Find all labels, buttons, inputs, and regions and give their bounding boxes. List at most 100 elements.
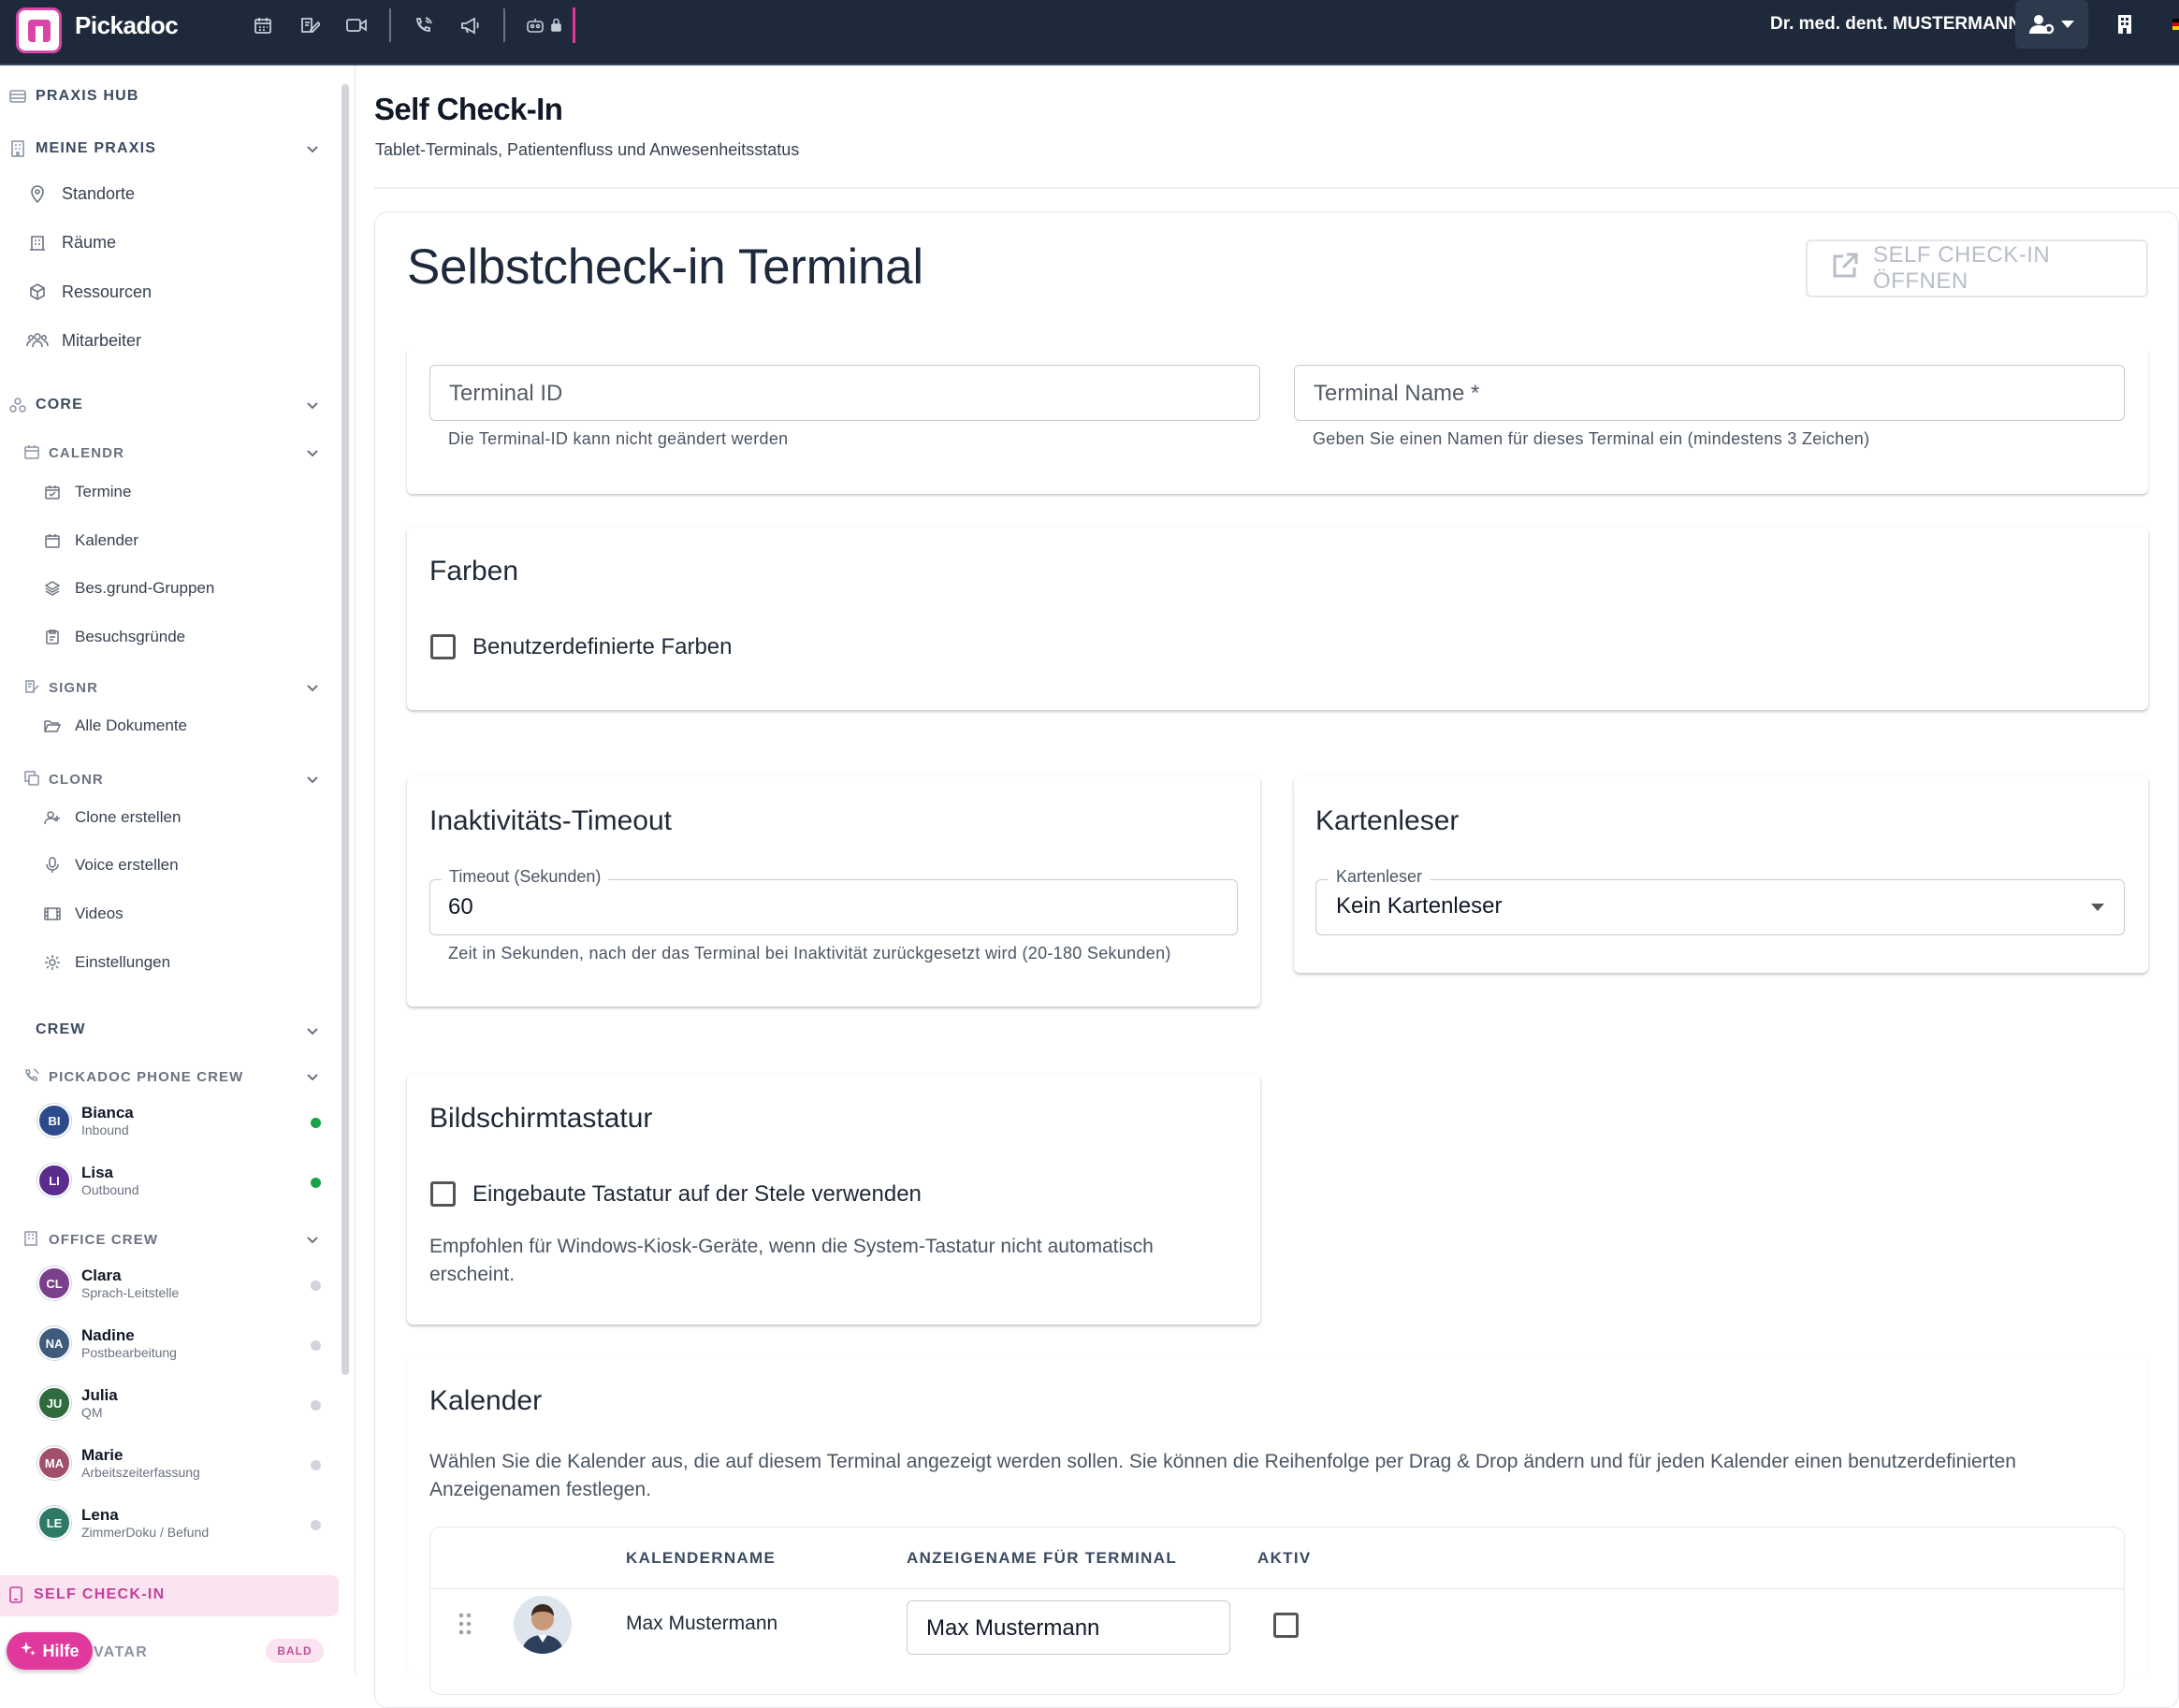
open-self-checkin-button[interactable]: SELF CHECK-IN ÖFFNEN: [1806, 239, 2148, 297]
chevron-down-icon[interactable]: [306, 446, 319, 459]
sidebar-item-self-checkin[interactable]: SELF CHECK-IN: [9, 1586, 165, 1603]
chevron-down-icon[interactable]: [306, 773, 319, 786]
sidebar-subsection-clonr[interactable]: CLONR: [24, 771, 104, 788]
sidebar-subsection-phone-crew[interactable]: PICKADOC PHONE CREW: [24, 1068, 243, 1085]
sidebar-item-voice-erstellen[interactable]: Voice erstellen: [41, 855, 179, 876]
sign-icon[interactable]: [298, 15, 322, 36]
column-header-anzeigename[interactable]: ANZEIGENAME FÜR TERMINAL: [907, 1549, 1177, 1568]
crew-member-nadine[interactable]: NA Nadine Postbearbeitung: [37, 1326, 177, 1360]
chevron-down-icon[interactable]: [306, 142, 319, 155]
sidebar-item-clone-erstellen[interactable]: Clone erstellen: [41, 807, 181, 828]
display-name-input[interactable]: Max Mustermann: [907, 1600, 1230, 1655]
language-flag-icon[interactable]: [2172, 19, 2179, 30]
user-menu-button[interactable]: [2015, 0, 2088, 49]
sidebar-item-besgrund-gruppen[interactable]: Bes.grund-Gruppen: [41, 578, 214, 599]
layers-icon: [41, 578, 64, 599]
sidebar-subsection-office-crew[interactable]: OFFICE CREW: [24, 1231, 158, 1248]
crew-member-bianca[interactable]: BI Bianca Inbound: [37, 1104, 134, 1137]
terminal-id-help: Die Terminal-ID kann nicht geändert werd…: [448, 429, 789, 448]
sidebar-item-raeume[interactable]: Räume: [26, 232, 116, 253]
sidebar-item-label: Einstellungen: [75, 953, 171, 971]
coming-soon-badge: BALD: [266, 1639, 324, 1663]
terminal-id-field[interactable]: Terminal ID: [429, 365, 1260, 421]
robot-icon[interactable]: [526, 15, 563, 36]
onscreen-keyboard-label[interactable]: Eingebaute Tastatur auf der Stele verwen…: [472, 1181, 922, 1208]
sidebar-section-label: PRAXIS HUB: [36, 88, 139, 104]
sidebar-section-meine-praxis[interactable]: MEINE PRAXIS: [0, 139, 156, 158]
brand-name: Pickadoc: [75, 11, 179, 39]
status-offline-indicator: [311, 1281, 321, 1291]
sidebar-item-avatar[interactable]: VATAR: [94, 1644, 148, 1661]
sidebar-item-besuchsgruende[interactable]: Besuchsgründe: [41, 627, 185, 647]
sidebar-item-einstellungen[interactable]: Einstellungen: [41, 952, 170, 973]
custom-colors-label[interactable]: Benutzerdefinierte Farben: [472, 634, 733, 660]
building-icon[interactable]: [2116, 13, 2133, 38]
crew-name: Marie: [81, 1446, 123, 1464]
crew-name: Bianca: [81, 1104, 134, 1122]
crew-member-clara[interactable]: CL Clara Sprach-Leitstelle: [37, 1267, 179, 1300]
sidebar-item-mitarbeiter[interactable]: Mitarbeiter: [26, 330, 141, 351]
help-button[interactable]: Hilfe: [7, 1632, 93, 1670]
chevron-down-icon[interactable]: [306, 1070, 319, 1083]
terminal-name-field[interactable]: Terminal Name *: [1294, 365, 2125, 421]
phone-icon[interactable]: [412, 15, 436, 36]
crew-member-lena[interactable]: LE Lena ZimmerDoku / Befund: [37, 1506, 209, 1540]
onscreen-keyboard-checkbox[interactable]: [430, 1181, 456, 1207]
sidebar-item-alle-dokumente[interactable]: Alle Dokumente: [41, 716, 187, 736]
display-name-value: Max Mustermann: [926, 1615, 1100, 1641]
sidebar-item-videos[interactable]: Videos: [41, 904, 123, 924]
sidebar-item-label: SELF CHECK-IN: [34, 1586, 166, 1602]
timeout-value[interactable]: 60: [448, 894, 473, 920]
top-bar: Pickadoc Dr. med. dent. MUSTERMANN: [0, 0, 2179, 65]
user-name[interactable]: Dr. med. dent. MUSTERMANN: [1770, 14, 2021, 35]
chevron-down-icon[interactable]: [306, 681, 319, 694]
sidebar-scrollbar[interactable]: [341, 84, 349, 1375]
app-logo[interactable]: [16, 7, 62, 53]
sidebar-section-core[interactable]: CORE: [0, 396, 83, 414]
sidebar-item-kalender[interactable]: Kalender: [41, 530, 138, 551]
custom-colors-checkbox[interactable]: [430, 634, 456, 659]
kartenleser-value[interactable]: Kein Kartenleser: [1336, 893, 1502, 919]
room-icon: [26, 232, 49, 253]
sidebar-item-label: Videos: [75, 905, 123, 922]
terminal-name-placeholder: Terminal Name *: [1314, 381, 1480, 406]
video-icon[interactable]: [344, 15, 369, 36]
kartenleser-label: Kartenleser: [1329, 867, 1431, 887]
active-module-indicator: [573, 7, 575, 43]
status-offline-indicator: [311, 1460, 321, 1470]
sidebar-item-termine[interactable]: Termine: [41, 482, 131, 502]
farben-panel: [407, 527, 2148, 710]
column-header-aktiv[interactable]: AKTIV: [1257, 1549, 1312, 1568]
sidebar-section-praxis-hub[interactable]: PRAXIS HUB: [0, 87, 139, 106]
sidebar-subsection-signr[interactable]: SIGNR: [24, 679, 98, 696]
microphone-icon: [41, 855, 64, 876]
timeout-input[interactable]: [429, 879, 1238, 935]
timeout-help: Zeit in Sekunden, nach der das Terminal …: [448, 944, 1171, 963]
toolbar-divider: [503, 8, 505, 42]
help-label: Hilfe: [42, 1641, 80, 1660]
kartenleser-title: Kartenleser: [1315, 805, 1460, 836]
crew-member-julia[interactable]: JU Julia QM: [37, 1386, 118, 1420]
calendar-icon: [24, 444, 41, 461]
calendar-active-checkbox[interactable]: [1273, 1613, 1299, 1638]
chevron-down-icon[interactable]: [306, 398, 319, 412]
crew-member-marie[interactable]: MA Marie Arbeitszeiterfassung: [37, 1446, 200, 1480]
copy-icon: [24, 771, 41, 788]
crew-role: QM: [81, 1405, 103, 1420]
status-online-indicator: [311, 1178, 321, 1188]
crew-member-lisa[interactable]: LI Lisa Outbound: [37, 1164, 139, 1197]
tablet-icon: [9, 1586, 26, 1603]
column-header-kalendername[interactable]: KALENDERNAME: [626, 1549, 776, 1568]
sidebar-item-standorte[interactable]: Standorte: [26, 183, 135, 204]
sidebar-item-label: Termine: [75, 483, 132, 500]
chevron-down-icon[interactable]: [306, 1024, 319, 1037]
drag-handle-icon[interactable]: [458, 1613, 472, 1640]
calendar-icon[interactable]: [251, 15, 275, 36]
sidebar-section-crew[interactable]: CREW: [28, 1021, 86, 1038]
megaphone-icon[interactable]: [458, 15, 483, 36]
sidebar-subsection-calendr[interactable]: CALENDR: [24, 444, 124, 461]
sidebar-item-ressourcen[interactable]: Ressourcen: [26, 282, 152, 302]
sparkle-icon: [20, 1641, 36, 1662]
terminal-name-help: Geben Sie einen Namen für dieses Termina…: [1313, 429, 1870, 448]
chevron-down-icon[interactable]: [306, 1233, 319, 1246]
